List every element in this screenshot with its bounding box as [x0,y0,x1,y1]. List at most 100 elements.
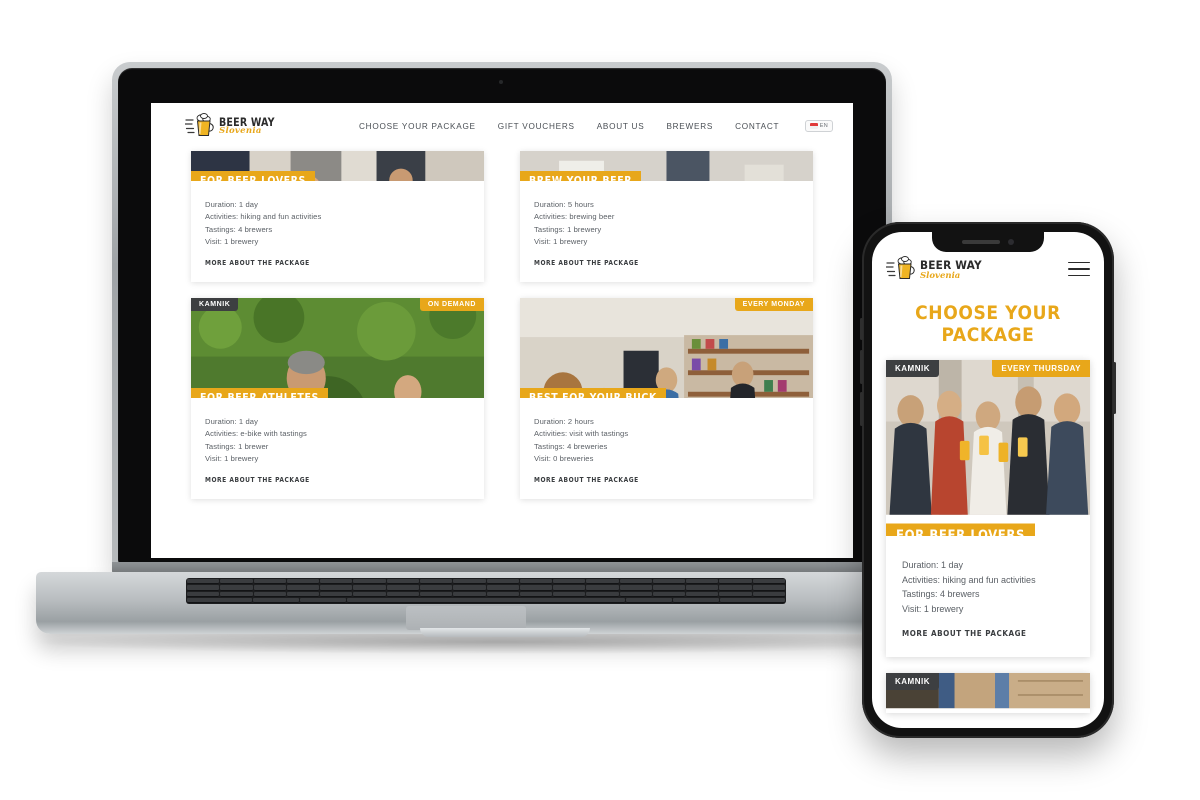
laptop-webcam-icon [499,80,503,84]
card-duration: Duration: 1 day [205,200,258,209]
card-tastings: Tastings: 4 breweries [534,441,608,451]
package-grid: FOR BEER LOVERS Duration: 1 day Activiti… [151,151,853,500]
card-body: Duration: 1 day Activities: e-bike with … [191,398,484,499]
flag-icon [809,123,818,129]
laptop-device: BEER WAY Slovenia CHOOSE YOUR PACKAGE GI… [0,0,968,700]
card-photo [520,298,813,399]
card-activities: Activities: e-bike with tastings [205,429,307,439]
hamburger-menu-icon[interactable] [1068,261,1090,277]
beer-mug-icon [886,256,915,279]
phone-device: BEER WAY Slovenia CHOOSE YOUR PACKAGE KA… [860,222,1116,738]
phone-notch [932,232,1044,252]
laptop-screen: BEER WAY Slovenia CHOOSE YOUR PACKAGE GI… [151,103,853,558]
laptop-keyboard [186,578,786,604]
card-tastings: Tastings: 4 brewers [902,589,980,600]
card-media: KAMNIK EVERY THURSDAY FOR BEER LOVERS [886,360,1090,537]
schedule-badge: EVERY MONDAY [734,298,813,312]
card-visit: Visit: 1 brewery [902,603,964,614]
keyboard-row [187,585,785,591]
nav-item-contact[interactable]: CONTACT [735,122,779,131]
nav-item-about-us[interactable]: ABOUT US [597,122,645,131]
card-tastings: Tastings: 4 brewers [205,224,273,234]
card-media: BREW YOUR BEER [520,151,813,181]
card-body: Duration: 1 day Activities: hiking and f… [886,536,1090,657]
card-visit: Visit: 0 breweries [534,454,594,464]
card-media: KAMNIK [886,673,1090,713]
card-media: KAMNIK ON DEMAND FOR BEER ATHLETES [191,298,484,399]
logo-tagline: Slovenia [920,270,961,281]
location-badge: KAMNIK [191,298,239,312]
mobile-package-card[interactable]: KAMNIK [886,673,1090,713]
more-about-package-link[interactable]: MORE ABOUT THE PACKAGE [534,476,639,484]
card-activities: Activities: hiking and fun activities [205,212,322,222]
package-card[interactable]: EVERY MONDAY BEST FOR YOUR BUCK Duration… [520,298,813,500]
card-badges: KAMNIK ON DEMAND [191,298,484,312]
logo-name: BEER WAY [920,257,982,272]
card-tastings: Tastings: 1 brewer [205,441,269,451]
package-card[interactable]: FOR BEER LOVERS Duration: 1 day Activiti… [191,151,484,283]
card-media: FOR BEER LOVERS [191,151,484,181]
package-card[interactable]: KAMNIK ON DEMAND FOR BEER ATHLETES Durat… [191,298,484,500]
nav-item-choose-your-package[interactable]: CHOOSE YOUR PACKAGE [359,122,476,131]
card-visit: Visit: 1 brewery [534,236,588,246]
mockup-stage: BEER WAY Slovenia CHOOSE YOUR PACKAGE GI… [0,0,1200,800]
card-photo [886,360,1090,515]
more-about-package-link[interactable]: MORE ABOUT THE PACKAGE [902,629,1027,638]
card-badges: EVERY MONDAY [520,298,813,312]
card-badges: KAMNIK EVERY THURSDAY [886,360,1090,378]
card-duration: Duration: 1 day [205,417,258,427]
package-card[interactable]: BREW YOUR BEER Duration: 5 hours Activit… [520,151,813,283]
main-navigation: CHOOSE YOUR PACKAGE GIFT VOUCHERS ABOUT … [359,122,779,131]
card-title: FOR BEER ATHLETES [191,388,328,399]
language-code: EN [819,123,828,129]
language-selector[interactable]: EN [804,120,833,132]
card-activities: Activities: hiking and fun activities [902,574,1036,585]
card-title: FOR BEER LOVERS [886,523,1036,537]
site-logo[interactable]: BEER WAY Slovenia [185,113,333,139]
beer-mug-icon [185,113,214,136]
logo-name: BEER WAY [219,114,275,129]
more-about-package-link[interactable]: MORE ABOUT THE PACKAGE [534,259,639,267]
location-badge: KAMNIK [886,360,939,378]
schedule-badge: EVERY THURSDAY [992,360,1090,378]
laptop-base-lip [420,628,590,637]
keyboard-row [187,591,785,597]
card-body: Duration: 1 day Activities: hiking and f… [191,181,484,282]
card-body: Duration: 2 hours Activities: visit with… [520,398,813,499]
card-activities: Activities: visit with tastings [534,429,629,439]
speaker-icon [962,240,1000,244]
card-title: FOR BEER LOVERS [191,171,315,181]
phone-volume-up-button[interactable] [860,350,863,384]
card-tastings: Tastings: 1 brewery [534,224,602,234]
mobile-logo-wordmark: BEER WAY Slovenia [920,258,987,281]
nav-item-gift-vouchers[interactable]: GIFT VOUCHERS [498,122,575,131]
card-title: BEST FOR YOUR BUCK [520,388,666,399]
mobile-logo[interactable]: BEER WAY Slovenia [886,256,987,282]
website-viewport: BEER WAY Slovenia CHOOSE YOUR PACKAGE GI… [151,103,853,558]
more-about-package-link[interactable]: MORE ABOUT THE PACKAGE [205,476,310,484]
front-camera-icon [1008,239,1014,245]
laptop-trackpad [406,606,526,630]
keyboard-row [187,579,785,585]
phone-volume-down-button[interactable] [860,392,863,426]
phone-screen: BEER WAY Slovenia CHOOSE YOUR PACKAGE KA… [872,232,1104,728]
logo-wordmark: BEER WAY Slovenia [219,114,280,136]
card-duration: Duration: 5 hours [534,200,594,209]
card-body: Duration: 5 hours Activities: brewing be… [520,181,813,282]
keyboard-row [187,597,785,603]
site-header: BEER WAY Slovenia CHOOSE YOUR PACKAGE GI… [151,103,853,149]
phone-power-button[interactable] [1113,362,1116,414]
schedule-badge: ON DEMAND [419,298,484,312]
mobile-package-card[interactable]: KAMNIK EVERY THURSDAY FOR BEER LOVERS Du… [886,360,1090,658]
card-visit: Visit: 1 brewery [205,454,259,464]
phone-mute-switch[interactable] [860,318,863,340]
card-title: BREW YOUR BEER [520,171,642,181]
card-media: EVERY MONDAY BEST FOR YOUR BUCK [520,298,813,399]
card-visit: Visit: 1 brewery [205,236,259,246]
more-about-package-link[interactable]: MORE ABOUT THE PACKAGE [205,259,310,267]
mobile-page-title: CHOOSE YOUR PACKAGE [915,302,1061,347]
nav-item-brewers[interactable]: BREWERS [666,122,713,131]
card-photo [191,298,484,399]
card-activities: Activities: brewing beer [534,212,615,222]
card-duration: Duration: 1 day [902,560,964,571]
